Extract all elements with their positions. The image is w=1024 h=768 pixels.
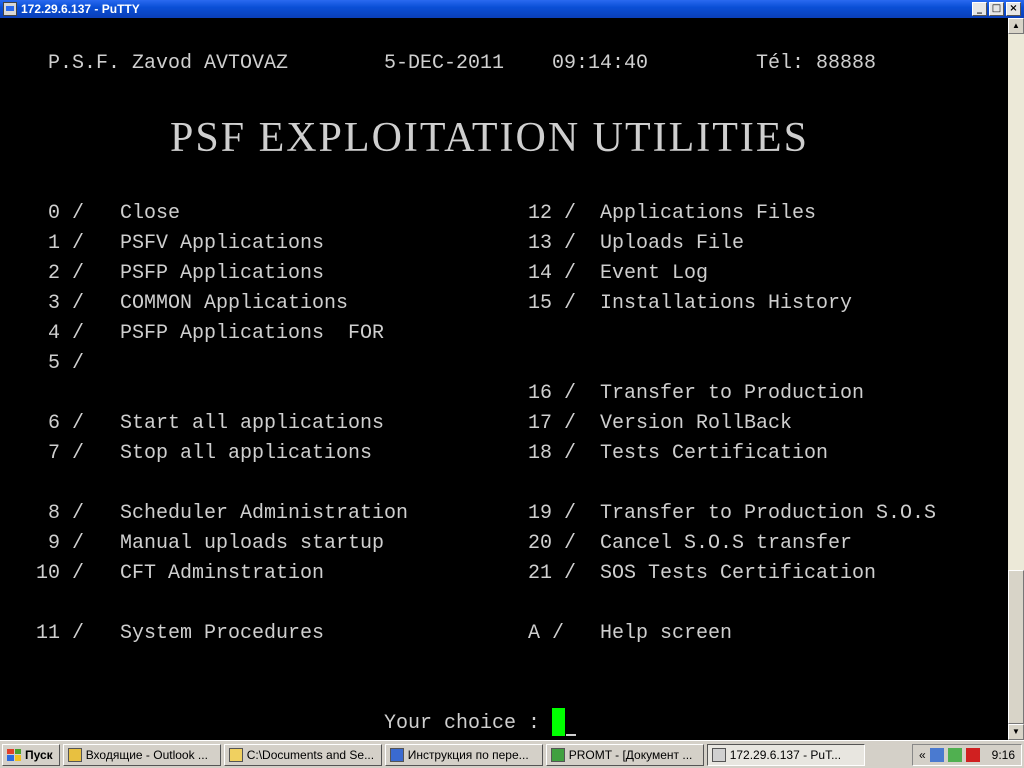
task-label: Инструкция по пере...	[407, 747, 529, 762]
menu-item-common-applications: COMMON Applications	[120, 292, 349, 315]
window-title: 172.29.6.137 - PuTTY	[21, 2, 140, 16]
menu-item-num: 6 /	[36, 412, 85, 435]
menu-item-num: 4 /	[36, 322, 85, 345]
window-controls: _ □ ×	[972, 2, 1021, 16]
menu-item-num: 8 /	[36, 502, 85, 525]
menu-item-tests-certification: Tests Certification	[600, 442, 829, 465]
header-company: P.S.F. Zavod AVTOVAZ	[48, 52, 289, 75]
menu-item-num: 0 /	[36, 202, 85, 225]
task-putty[interactable]: 172.29.6.137 - PuT...	[706, 743, 865, 766]
menu-item-num: 2 /	[36, 262, 85, 285]
menu-item-version-rollback: Version RollBack	[600, 412, 793, 435]
menu-item-start-all: Start all applications	[120, 412, 385, 435]
task-promt[interactable]: PROMT - [Документ ...	[545, 743, 704, 766]
menu-item-num: 20 /	[528, 532, 577, 555]
menu-item-psfv-applications: PSFV Applications	[120, 232, 325, 255]
menu-item-uploads-file: Uploads File	[600, 232, 745, 255]
menu-item-psfp-applications: PSFP Applications	[120, 262, 325, 285]
menu-item-num: 3 /	[36, 292, 85, 315]
menu-item-psfp-applications-for: PSFP Applications FOR	[120, 322, 385, 345]
menu-item-cancel-sos: Cancel S.O.S transfer	[600, 532, 853, 555]
terminal-screen[interactable]: P.S.F. Zavod AVTOVAZ 5-DEC-2011 09:14:40…	[0, 18, 1008, 740]
windows-flag-icon	[7, 748, 21, 761]
start-label: Пуск	[25, 747, 53, 762]
putty-icon	[711, 747, 726, 762]
menu-item-num: 9 /	[36, 532, 85, 555]
clock[interactable]: 9:16	[992, 748, 1015, 762]
menu-item-num: 15 /	[528, 292, 577, 315]
choice-prompt: Your choice :	[384, 712, 541, 735]
menu-item-num: 11 /	[36, 622, 85, 645]
start-button[interactable]: Пуск	[2, 743, 60, 766]
menu-item-num: 7 /	[36, 442, 85, 465]
menu-item-help-screen: Help screen	[600, 622, 733, 645]
close-button[interactable]: ×	[1006, 2, 1021, 16]
folder-icon	[228, 747, 243, 762]
task-label: 172.29.6.137 - PuT...	[729, 747, 842, 762]
taskbar: Пуск Входящие - Outlook ... C:\Documents…	[0, 740, 1024, 768]
scroll-down-icon[interactable]: ▼	[1008, 724, 1024, 740]
terminal-cursor[interactable]	[552, 708, 565, 736]
maximize-button[interactable]: □	[989, 2, 1004, 16]
promt-icon	[550, 747, 565, 762]
menu-item-cft-admin: CFT Adminstration	[120, 562, 325, 585]
menu-item-num: 1 /	[36, 232, 85, 255]
menu-item-num: 5 /	[36, 352, 85, 375]
menu-item-num: A /	[528, 622, 565, 645]
scrollbar-thumb[interactable]	[1008, 570, 1024, 724]
menu-item-close: Close	[120, 202, 181, 225]
menu-item-sos-tests: SOS Tests Certification	[600, 562, 877, 585]
minimize-button[interactable]: _	[972, 2, 987, 16]
menu-item-num: 10 /	[36, 562, 85, 585]
task-outlook[interactable]: Входящие - Outlook ...	[62, 743, 221, 766]
menu-item-transfer-to-production: Transfer to Production	[600, 382, 865, 405]
menu-item-num: 12 /	[528, 202, 577, 225]
menu-item-stop-all: Stop all applications	[120, 442, 373, 465]
putty-app-icon[interactable]	[3, 2, 17, 16]
menu-item-num: 19 /	[528, 502, 577, 525]
menu-item-installations-history: Installations History	[600, 292, 853, 315]
menu-item-scheduler-admin: Scheduler Administration	[120, 502, 409, 525]
window-titlebar[interactable]: 172.29.6.137 - PuTTY _ □ ×	[0, 0, 1024, 18]
task-word[interactable]: Инструкция по пере...	[384, 743, 543, 766]
menu-item-num: 18 /	[528, 442, 577, 465]
header-phone: Tél: 88888	[756, 52, 877, 75]
header-time: 09:14:40	[552, 52, 649, 75]
page-title: PSF EXPLOITATION UTILITIES	[170, 115, 809, 161]
menu-item-num: 17 /	[528, 412, 577, 435]
antivirus-icon[interactable]	[965, 747, 980, 762]
menu-item-num: 16 /	[528, 382, 577, 405]
menu-item-system-procedures: System Procedures	[120, 622, 325, 645]
outlook-icon	[67, 747, 82, 762]
header-date: 5-DEC-2011	[384, 52, 505, 75]
word-document-icon	[389, 747, 404, 762]
scroll-up-icon[interactable]: ▲	[1008, 18, 1024, 34]
menu-item-transfer-sos: Transfer to Production S.O.S	[600, 502, 937, 525]
task-label: PROMT - [Документ ...	[568, 747, 693, 762]
menu-item-num: 21 /	[528, 562, 577, 585]
vertical-scrollbar[interactable]: ▲ ▼	[1008, 18, 1024, 740]
menu-item-event-log: Event Log	[600, 262, 709, 285]
cursor-underline	[566, 734, 576, 736]
tray-expand-icon[interactable]: «	[919, 748, 926, 762]
menu-item-manual-uploads: Manual uploads startup	[120, 532, 385, 555]
menu-item-num: 13 /	[528, 232, 577, 255]
sync-icon[interactable]	[947, 747, 962, 762]
network-icon[interactable]	[929, 747, 944, 762]
task-explorer[interactable]: C:\Documents and Se...	[223, 743, 382, 766]
task-label: Входящие - Outlook ...	[85, 747, 208, 762]
menu-item-applications-files: Applications Files	[600, 202, 817, 225]
menu-item-num: 14 /	[528, 262, 577, 285]
system-tray: « 9:16	[911, 743, 1022, 766]
task-label: C:\Documents and Se...	[246, 747, 375, 762]
